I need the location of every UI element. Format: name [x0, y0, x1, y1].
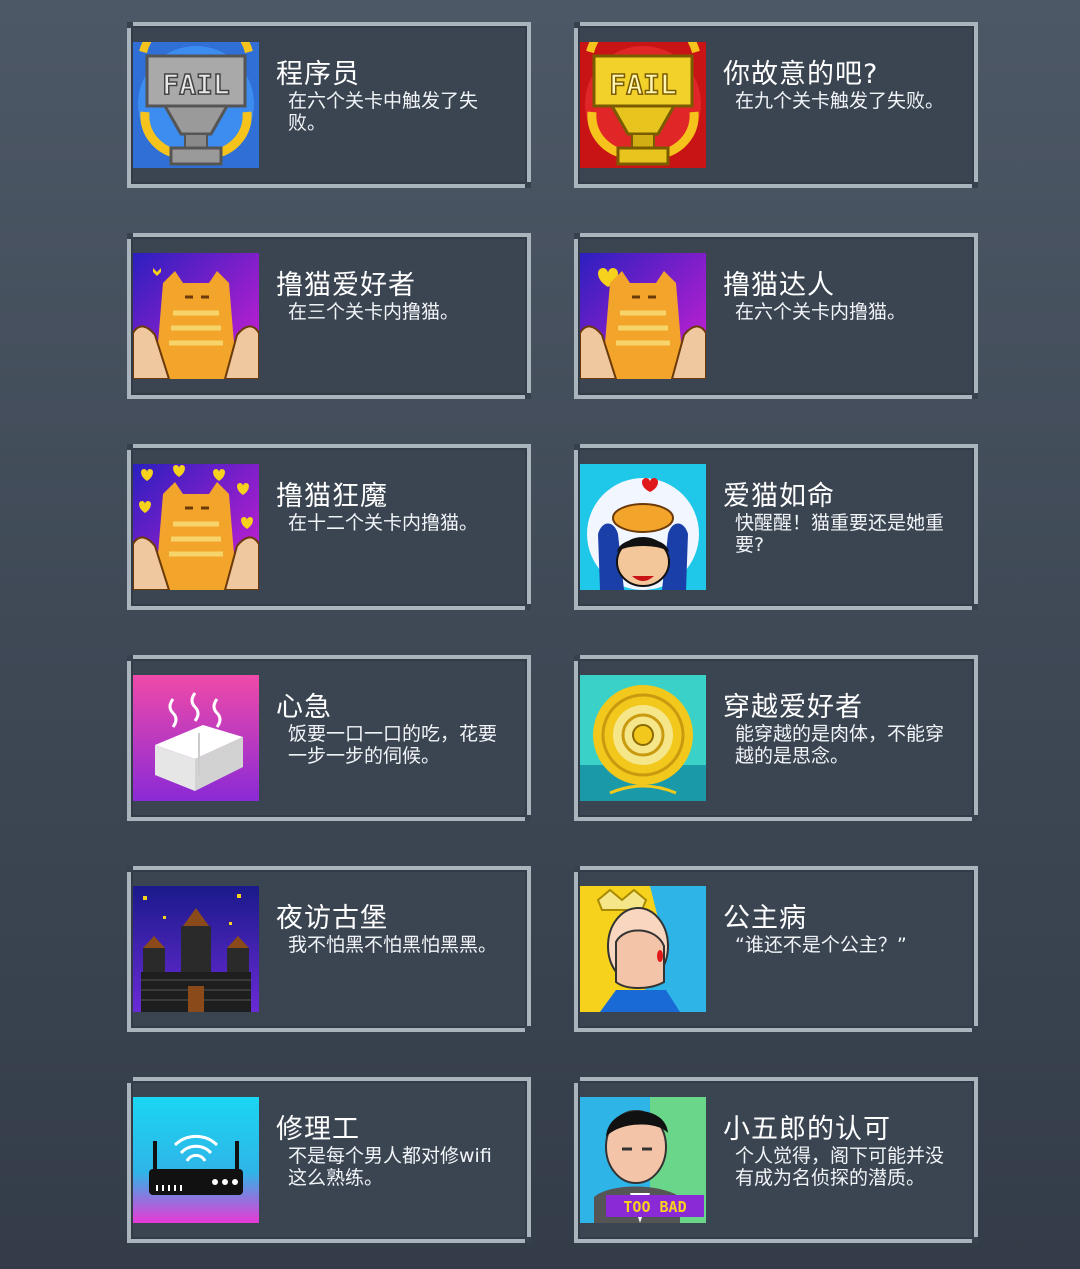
achievement-desc: 在十二个关卡内撸猫。	[288, 512, 479, 534]
castle-night-icon	[133, 886, 259, 1012]
fail-trophy-gold-icon: FAIL	[580, 42, 706, 168]
portal-icon	[580, 675, 706, 801]
achievement-title: 穿越爱好者	[723, 692, 863, 723]
achievement-title: 心急	[276, 692, 332, 723]
achievement-card[interactable]: 撸猫狂魔 在十二个关卡内撸猫。	[127, 444, 531, 610]
achievement-desc: 在六个关卡内撸猫。	[735, 301, 907, 323]
achievement-grid: FAIL 程序员 在六个关卡中触发了失败。 FAIL 你故意的吧? 在九个关卡触…	[0, 0, 1080, 1269]
achievement-title: 你故意的吧?	[723, 59, 879, 90]
cat-on-head-icon	[580, 464, 706, 590]
princess-facepalm-icon	[580, 886, 706, 1012]
achievement-card[interactable]: 穿越爱好者 能穿越的是肉体，不能穿越的是思念。	[574, 655, 978, 821]
achievement-title: 公主病	[723, 903, 807, 934]
cat-petting-hearts-icon	[133, 464, 259, 590]
achievement-title: 夜访古堡	[276, 903, 388, 934]
achievement-card[interactable]: 夜访古堡 我不怕黑不怕黑怕黑黑。	[127, 866, 531, 1032]
achievement-card[interactable]: FAIL 程序员 在六个关卡中触发了失败。	[127, 22, 531, 188]
achievement-title: 修理工	[276, 1114, 360, 1145]
achievement-card[interactable]: 心急 饭要一口一口的吃，花要一步一步的伺候。	[127, 655, 531, 821]
achievement-desc: 能穿越的是肉体，不能穿越的是思念。	[735, 723, 945, 767]
fail-text: FAIL	[609, 68, 676, 101]
achievement-desc: “谁还不是个公主？”	[735, 934, 907, 956]
hot-tofu-icon	[133, 675, 259, 801]
achievement-card[interactable]: 爱猫如命 快醒醒！猫重要还是她重要?	[574, 444, 978, 610]
achievement-title: 小五郎的认可	[723, 1114, 891, 1145]
achievement-title: 撸猫爱好者	[276, 270, 416, 301]
fail-text: FAIL	[162, 68, 229, 101]
achievement-card[interactable]: 撸猫爱好者 在三个关卡内撸猫。	[127, 233, 531, 399]
achievement-desc: 在六个关卡中触发了失败。	[288, 90, 479, 134]
achievement-desc: 不是每个男人都对修wifi这么熟练。	[288, 1145, 492, 1189]
achievement-card[interactable]: 公主病 “谁还不是个公主？”	[574, 866, 978, 1032]
fail-trophy-silver-icon: FAIL	[133, 42, 259, 168]
too-bad-label: TOO BAD	[623, 1198, 686, 1216]
achievement-desc: 个人觉得，阁下可能并没有成为名侦探的潜质。	[735, 1145, 945, 1189]
achievement-title: 爱猫如命	[723, 481, 835, 512]
achievement-card[interactable]: FAIL 你故意的吧? 在九个关卡触发了失败。	[574, 22, 978, 188]
cat-petting-heart-icon	[580, 253, 706, 379]
achievement-card[interactable]: 撸猫达人 在六个关卡内撸猫。	[574, 233, 978, 399]
achievement-card[interactable]: TOO BAD 小五郎的认可 个人觉得，阁下可能并没有成为名侦探的潜质。	[574, 1077, 978, 1243]
achievement-desc: 在三个关卡内撸猫。	[288, 301, 460, 323]
achievement-title: 程序员	[276, 59, 360, 90]
achievement-desc: 在九个关卡触发了失败。	[735, 90, 945, 112]
achievement-desc: 快醒醒！猫重要还是她重要?	[735, 512, 945, 556]
achievement-desc: 饭要一口一口的吃，花要一步一步的伺候。	[288, 723, 498, 767]
achievement-card[interactable]: 修理工 不是每个男人都对修wifi这么熟练。	[127, 1077, 531, 1243]
achievement-desc: 我不怕黑不怕黑怕黑黑。	[288, 934, 498, 956]
detective-too-bad-icon: TOO BAD	[580, 1097, 706, 1223]
wifi-router-icon	[133, 1097, 259, 1223]
achievement-title: 撸猫达人	[723, 270, 835, 301]
cat-petting-icon	[133, 253, 259, 379]
achievement-title: 撸猫狂魔	[276, 481, 388, 512]
